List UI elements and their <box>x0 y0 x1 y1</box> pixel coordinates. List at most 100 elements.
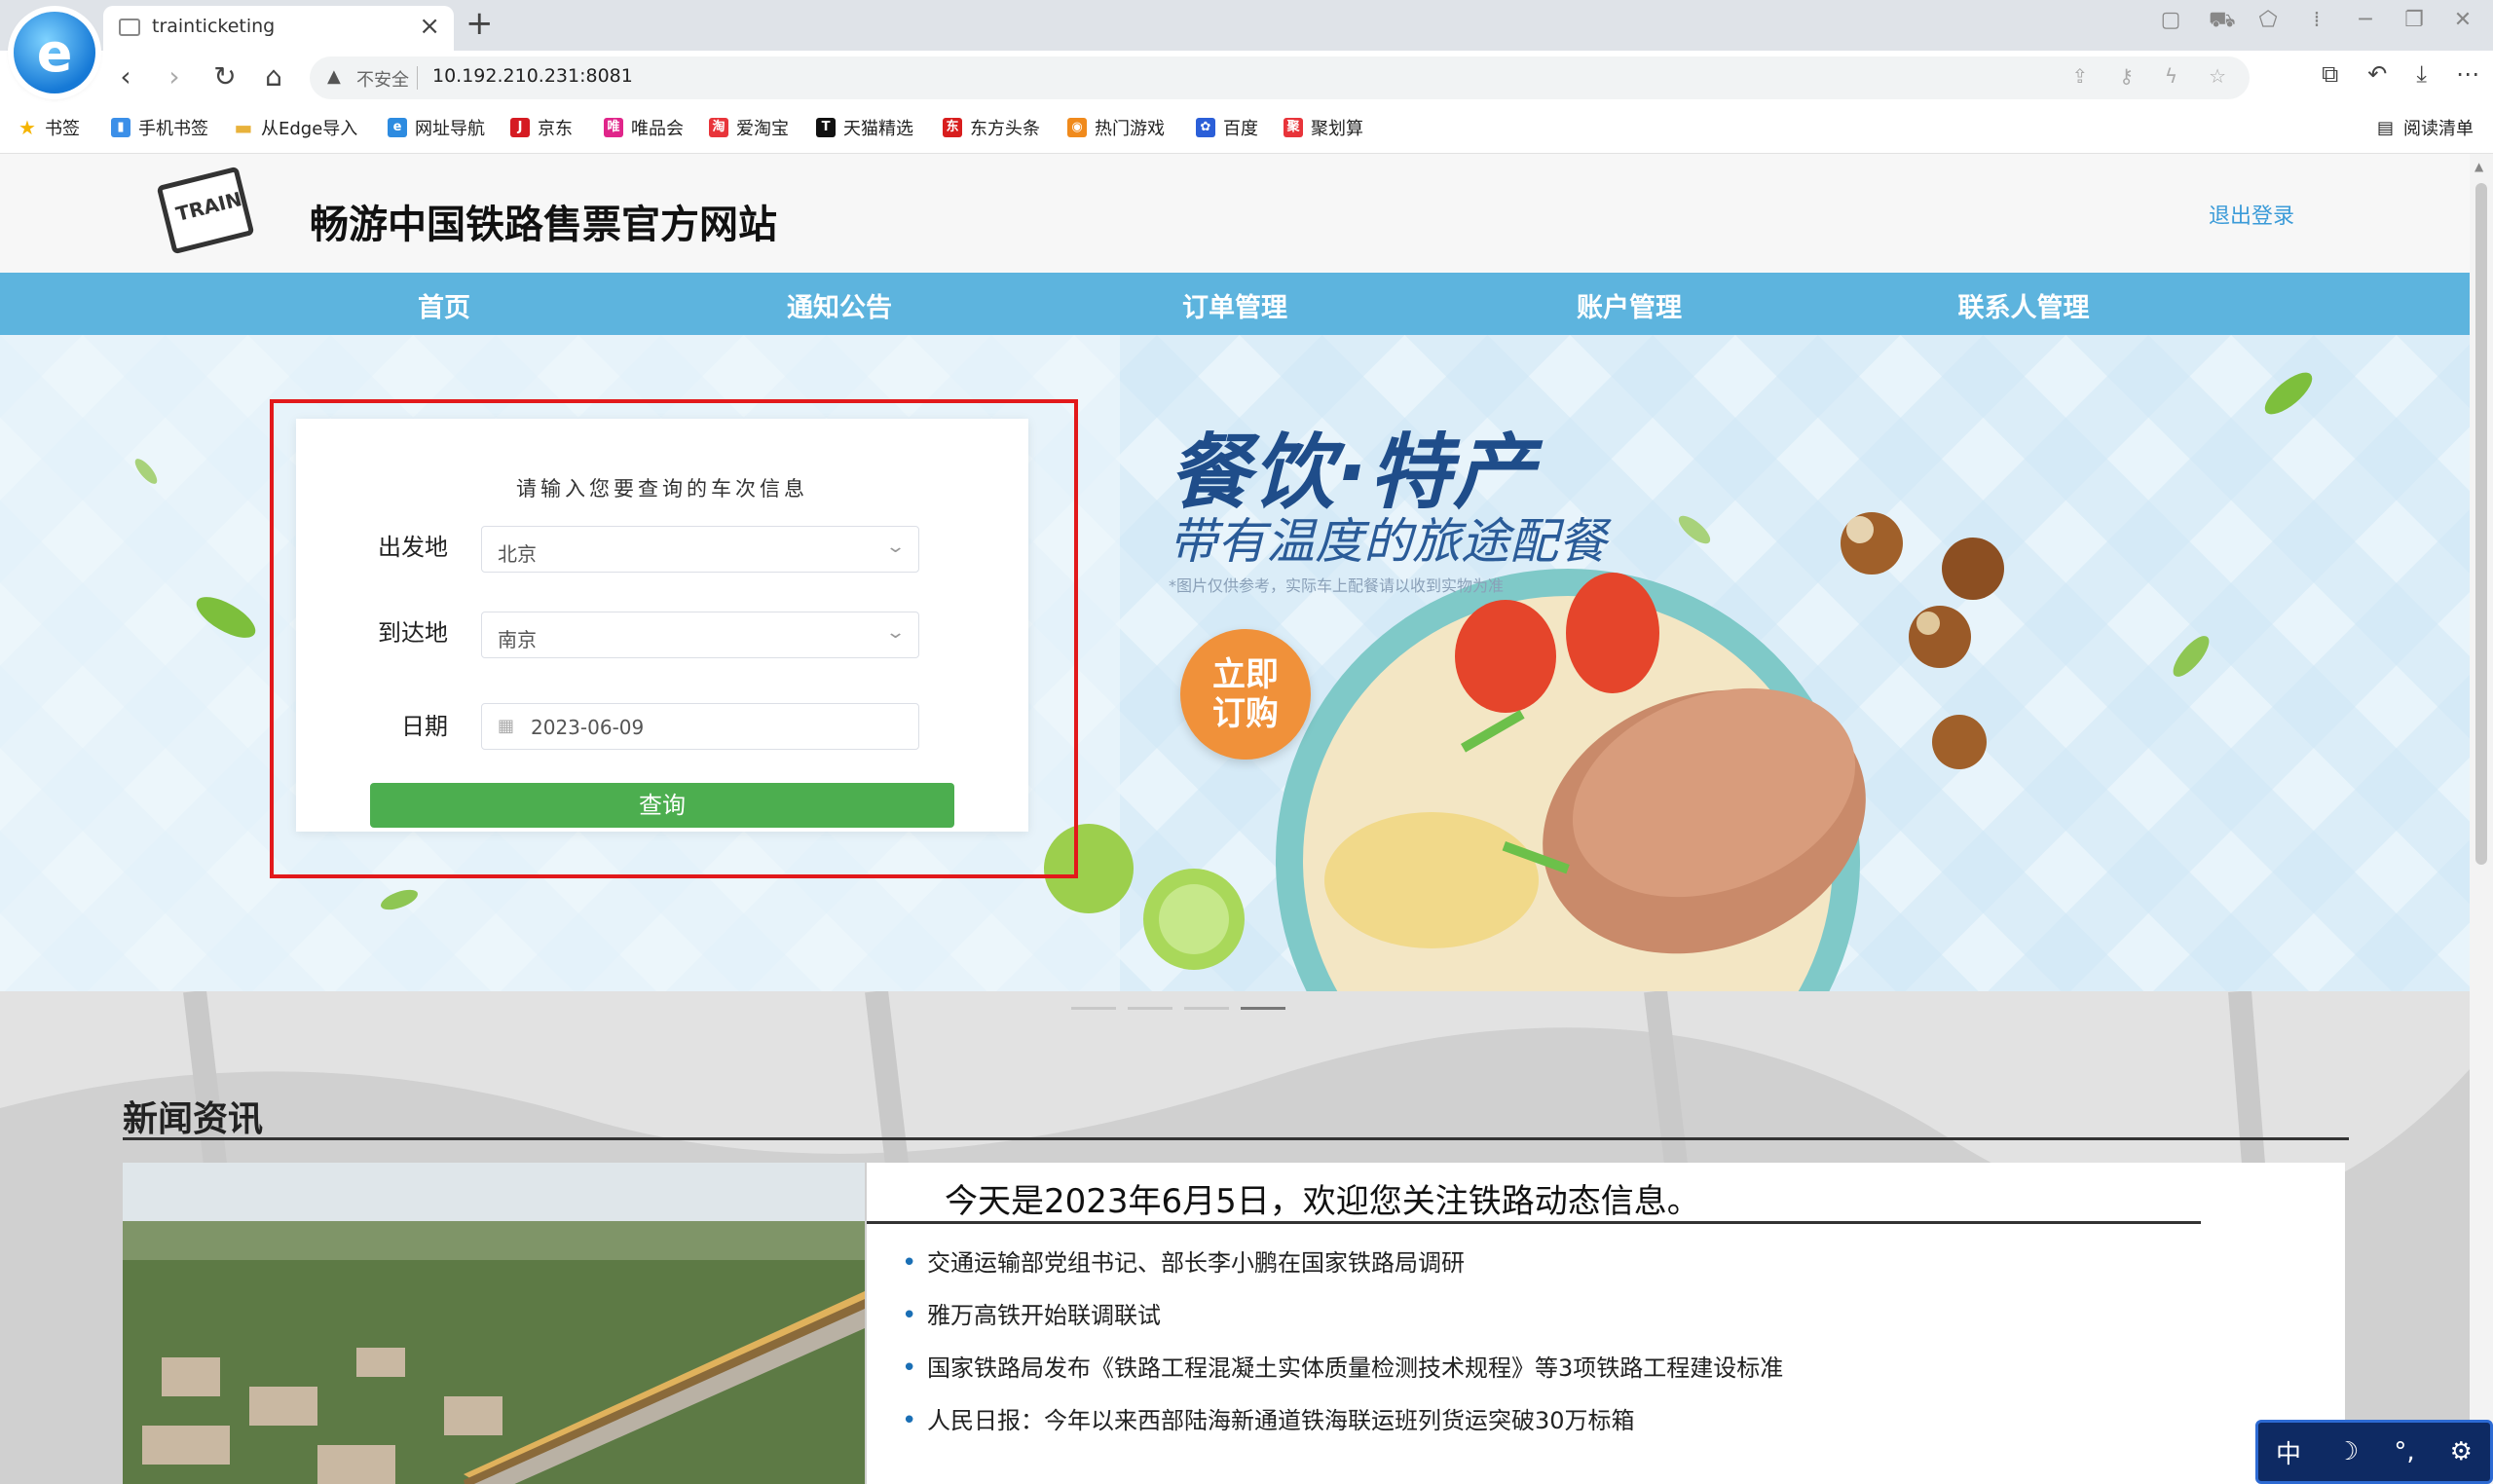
address-bar: ‹ › ↻ ⌂ ▲ 不安全 10.192.210.231:8081 ⇪ ⚷ ϟ … <box>0 51 2493 105</box>
phone-icon: ▮ <box>111 118 130 137</box>
news-section: 新闻资讯 今天是2023年6月5日，欢迎您关注铁路动态信息。 交通运输部党组书记… <box>0 991 2470 1484</box>
download-icon[interactable]: ⤓ <box>2416 60 2427 88</box>
forward-icon[interactable]: › <box>158 60 191 93</box>
carousel-dot[interactable] <box>1128 1007 1172 1010</box>
bookmark-label: 从Edge导入 <box>261 119 358 139</box>
url-separator <box>417 66 418 90</box>
ime-halfwidth-icon[interactable]: ☽ <box>2336 1437 2359 1466</box>
nav-contacts[interactable]: 联系人管理 <box>1958 286 2090 324</box>
carousel-dot-active[interactable] <box>1241 1007 1285 1010</box>
url-text: 10.192.210.231:8081 <box>432 65 633 87</box>
bookmark-toutiao[interactable]: 东东方头条 <box>943 115 1040 140</box>
bookmark-star[interactable]: ★ 书签 <box>18 115 80 140</box>
to-value: 南京 <box>498 628 537 651</box>
nav-notices[interactable]: 通知公告 <box>787 286 892 324</box>
url-input[interactable]: ▲ 不安全 10.192.210.231:8081 ⇪ ⚷ ϟ ☆ <box>310 56 2250 99</box>
refresh-icon[interactable]: ↻ <box>208 60 242 93</box>
bookmark-e[interactable]: e 网址导航 <box>388 115 485 140</box>
nav-home[interactable]: 首页 <box>418 286 470 324</box>
ime-settings-icon[interactable]: ⚙ <box>2450 1437 2473 1466</box>
lightning-icon[interactable]: ϟ <box>2165 64 2177 88</box>
bookmark-label: 唯品会 <box>631 119 684 139</box>
promo-note: *图片仅供参考，实际车上配餐请以收到实物为准 <box>1169 576 1505 595</box>
carousel-indicators <box>1071 1007 1285 1010</box>
page-scrollbar[interactable]: ▲ <box>2470 154 2493 1484</box>
news-photo[interactable] <box>123 1163 865 1484</box>
to-label: 到达地 <box>378 619 448 647</box>
split-screen-icon[interactable]: ▢ <box>2160 8 2181 35</box>
undo-icon[interactable]: ↶ <box>2367 60 2387 88</box>
bookmark-vip[interactable]: 唯唯品会 <box>604 115 684 140</box>
favorite-star-icon[interactable]: ☆ <box>2209 64 2226 88</box>
key-icon[interactable]: ⚷ <box>2119 64 2134 88</box>
reading-list-button[interactable]: ▤ 阅读清单 <box>2377 115 2474 140</box>
date-label: 日期 <box>401 713 448 740</box>
back-icon[interactable]: ‹ <box>109 60 142 93</box>
restore-icon[interactable]: ❐ <box>2403 8 2425 35</box>
juhuasuan-icon: 聚 <box>1284 118 1303 137</box>
bookmark-label: 爱淘宝 <box>736 119 789 139</box>
extension-icon[interactable]: ⬠ <box>2257 8 2279 35</box>
bookmark-folder[interactable]: ▬ 从Edge导入 <box>234 115 358 140</box>
news-item[interactable]: 雅万高铁开始联调联试 <box>902 1299 1783 1352</box>
news-heading: 新闻资讯 <box>123 1099 264 1139</box>
browser-tabstrip: trainticketing × + ▢ ⛟ ⬠ ⁞ ─ ❐ ✕ <box>0 0 2493 51</box>
sidebar-icon[interactable]: ⛟ <box>2209 8 2236 35</box>
query-title: 请输入您要查询的车次信息 <box>516 477 808 501</box>
date-value: 2023-06-09 <box>531 716 645 739</box>
minimize-icon[interactable]: ─ <box>2355 8 2376 35</box>
more-icon[interactable]: ⋯ <box>2456 60 2479 88</box>
bookmark-taobao[interactable]: 淘爱淘宝 <box>709 115 789 140</box>
main-nav: 首页 通知公告 订单管理 账户管理 联系人管理 <box>0 273 2470 335</box>
order-now-label: 立即 订购 <box>1212 655 1279 733</box>
news-item[interactable]: 人民日报：今年以来西部陆海新通道铁海联运班列货运突破30万标箱 <box>902 1404 1783 1457</box>
reading-list-label: 阅读清单 <box>2403 119 2474 139</box>
vip-icon: 唯 <box>604 118 623 137</box>
chevron-down-icon: ⌄ <box>884 537 907 557</box>
ime-punctuation-icon[interactable]: °, <box>2394 1437 2414 1466</box>
scroll-up-icon[interactable]: ▲ <box>2474 160 2483 173</box>
train-logo: TRAIN <box>156 166 255 255</box>
news-panel: 今天是2023年6月5日，欢迎您关注铁路动态信息。 交通运输部党组书记、部长李小… <box>867 1163 2345 1484</box>
bookmark-game[interactable]: ◉ 热门游戏 <box>1067 115 1165 140</box>
tab-title: trainticketing <box>152 16 276 37</box>
news-item[interactable]: 国家铁路局发布《铁路工程混凝土实体质量检测技术规程》等3项铁路工程建设标准 <box>902 1352 1783 1404</box>
extensions-icon[interactable]: ⧉ <box>2322 60 2338 88</box>
bookmarks-bar: ★ 书签 ▮ 手机书签 ▬ 从Edge导入 e 网址导航 J 京东唯唯品会淘爱淘宝 T 天猫精选东东方… <box>0 105 2493 154</box>
close-tab-icon[interactable]: × <box>419 12 440 41</box>
browser-tools: ⧉ ↶ ⤓ ⋯ <box>2322 60 2479 88</box>
carousel-dot[interactable] <box>1071 1007 1116 1010</box>
bookmark-label: 热门游戏 <box>1095 119 1165 139</box>
scroll-thumb[interactable] <box>2475 183 2487 865</box>
bookmark-phone[interactable]: ▮ 手机书签 <box>111 115 208 140</box>
toutiao-icon: 东 <box>943 118 962 137</box>
logout-link[interactable]: 退出登录 <box>2209 199 2294 230</box>
ime-chinese-mode-icon[interactable]: 中 <box>2276 1434 2301 1470</box>
from-select[interactable]: 北京 ⌄ <box>481 526 919 573</box>
home-icon[interactable]: ⌂ <box>257 60 290 93</box>
close-window-icon[interactable]: ✕ <box>2452 8 2474 35</box>
from-value: 北京 <box>498 542 537 566</box>
share-icon[interactable]: ⇪ <box>2071 64 2088 88</box>
to-select[interactable]: 南京 ⌄ <box>481 612 919 658</box>
date-picker[interactable]: ▦ 2023-06-09 <box>481 703 919 750</box>
bookmark-baidu[interactable]: ✿ 百度 <box>1196 115 1258 140</box>
folder-icon: ▬ <box>234 116 253 139</box>
nav-orders[interactable]: 订单管理 <box>1182 286 1287 324</box>
bookmark-tmall[interactable]: T 天猫精选 <box>816 115 913 140</box>
bookmark-label: 网址导航 <box>415 119 485 139</box>
browser-tab[interactable]: trainticketing × <box>103 6 454 51</box>
carousel-dot[interactable] <box>1184 1007 1229 1010</box>
bookmark-label: 天猫精选 <box>843 119 913 139</box>
new-tab-button[interactable]: + <box>465 4 494 43</box>
calendar-icon: ▦ <box>498 716 515 736</box>
news-item[interactable]: 交通运输部党组书记、部长李小鹏在国家铁路局调研 <box>902 1246 1783 1299</box>
webpage: TRAIN 畅游中国铁路售票官方网站 退出登录 首页 通知公告 订单管理 账户管… <box>0 154 2470 1484</box>
bookmark-jd[interactable]: J 京东 <box>510 115 573 140</box>
bookmark-juhuasuan[interactable]: 聚聚划算 <box>1284 115 1363 140</box>
query-button[interactable]: 查询 <box>370 783 954 828</box>
order-now-badge[interactable]: 立即 订购 <box>1180 629 1311 760</box>
game-icon: ◉ <box>1067 118 1087 137</box>
query-card: 请输入您要查询的车次信息 出发地 北京 ⌄ 到达地 南京 ⌄ 日期 ▦ 2023… <box>296 419 1028 832</box>
nav-account[interactable]: 账户管理 <box>1577 286 1682 324</box>
